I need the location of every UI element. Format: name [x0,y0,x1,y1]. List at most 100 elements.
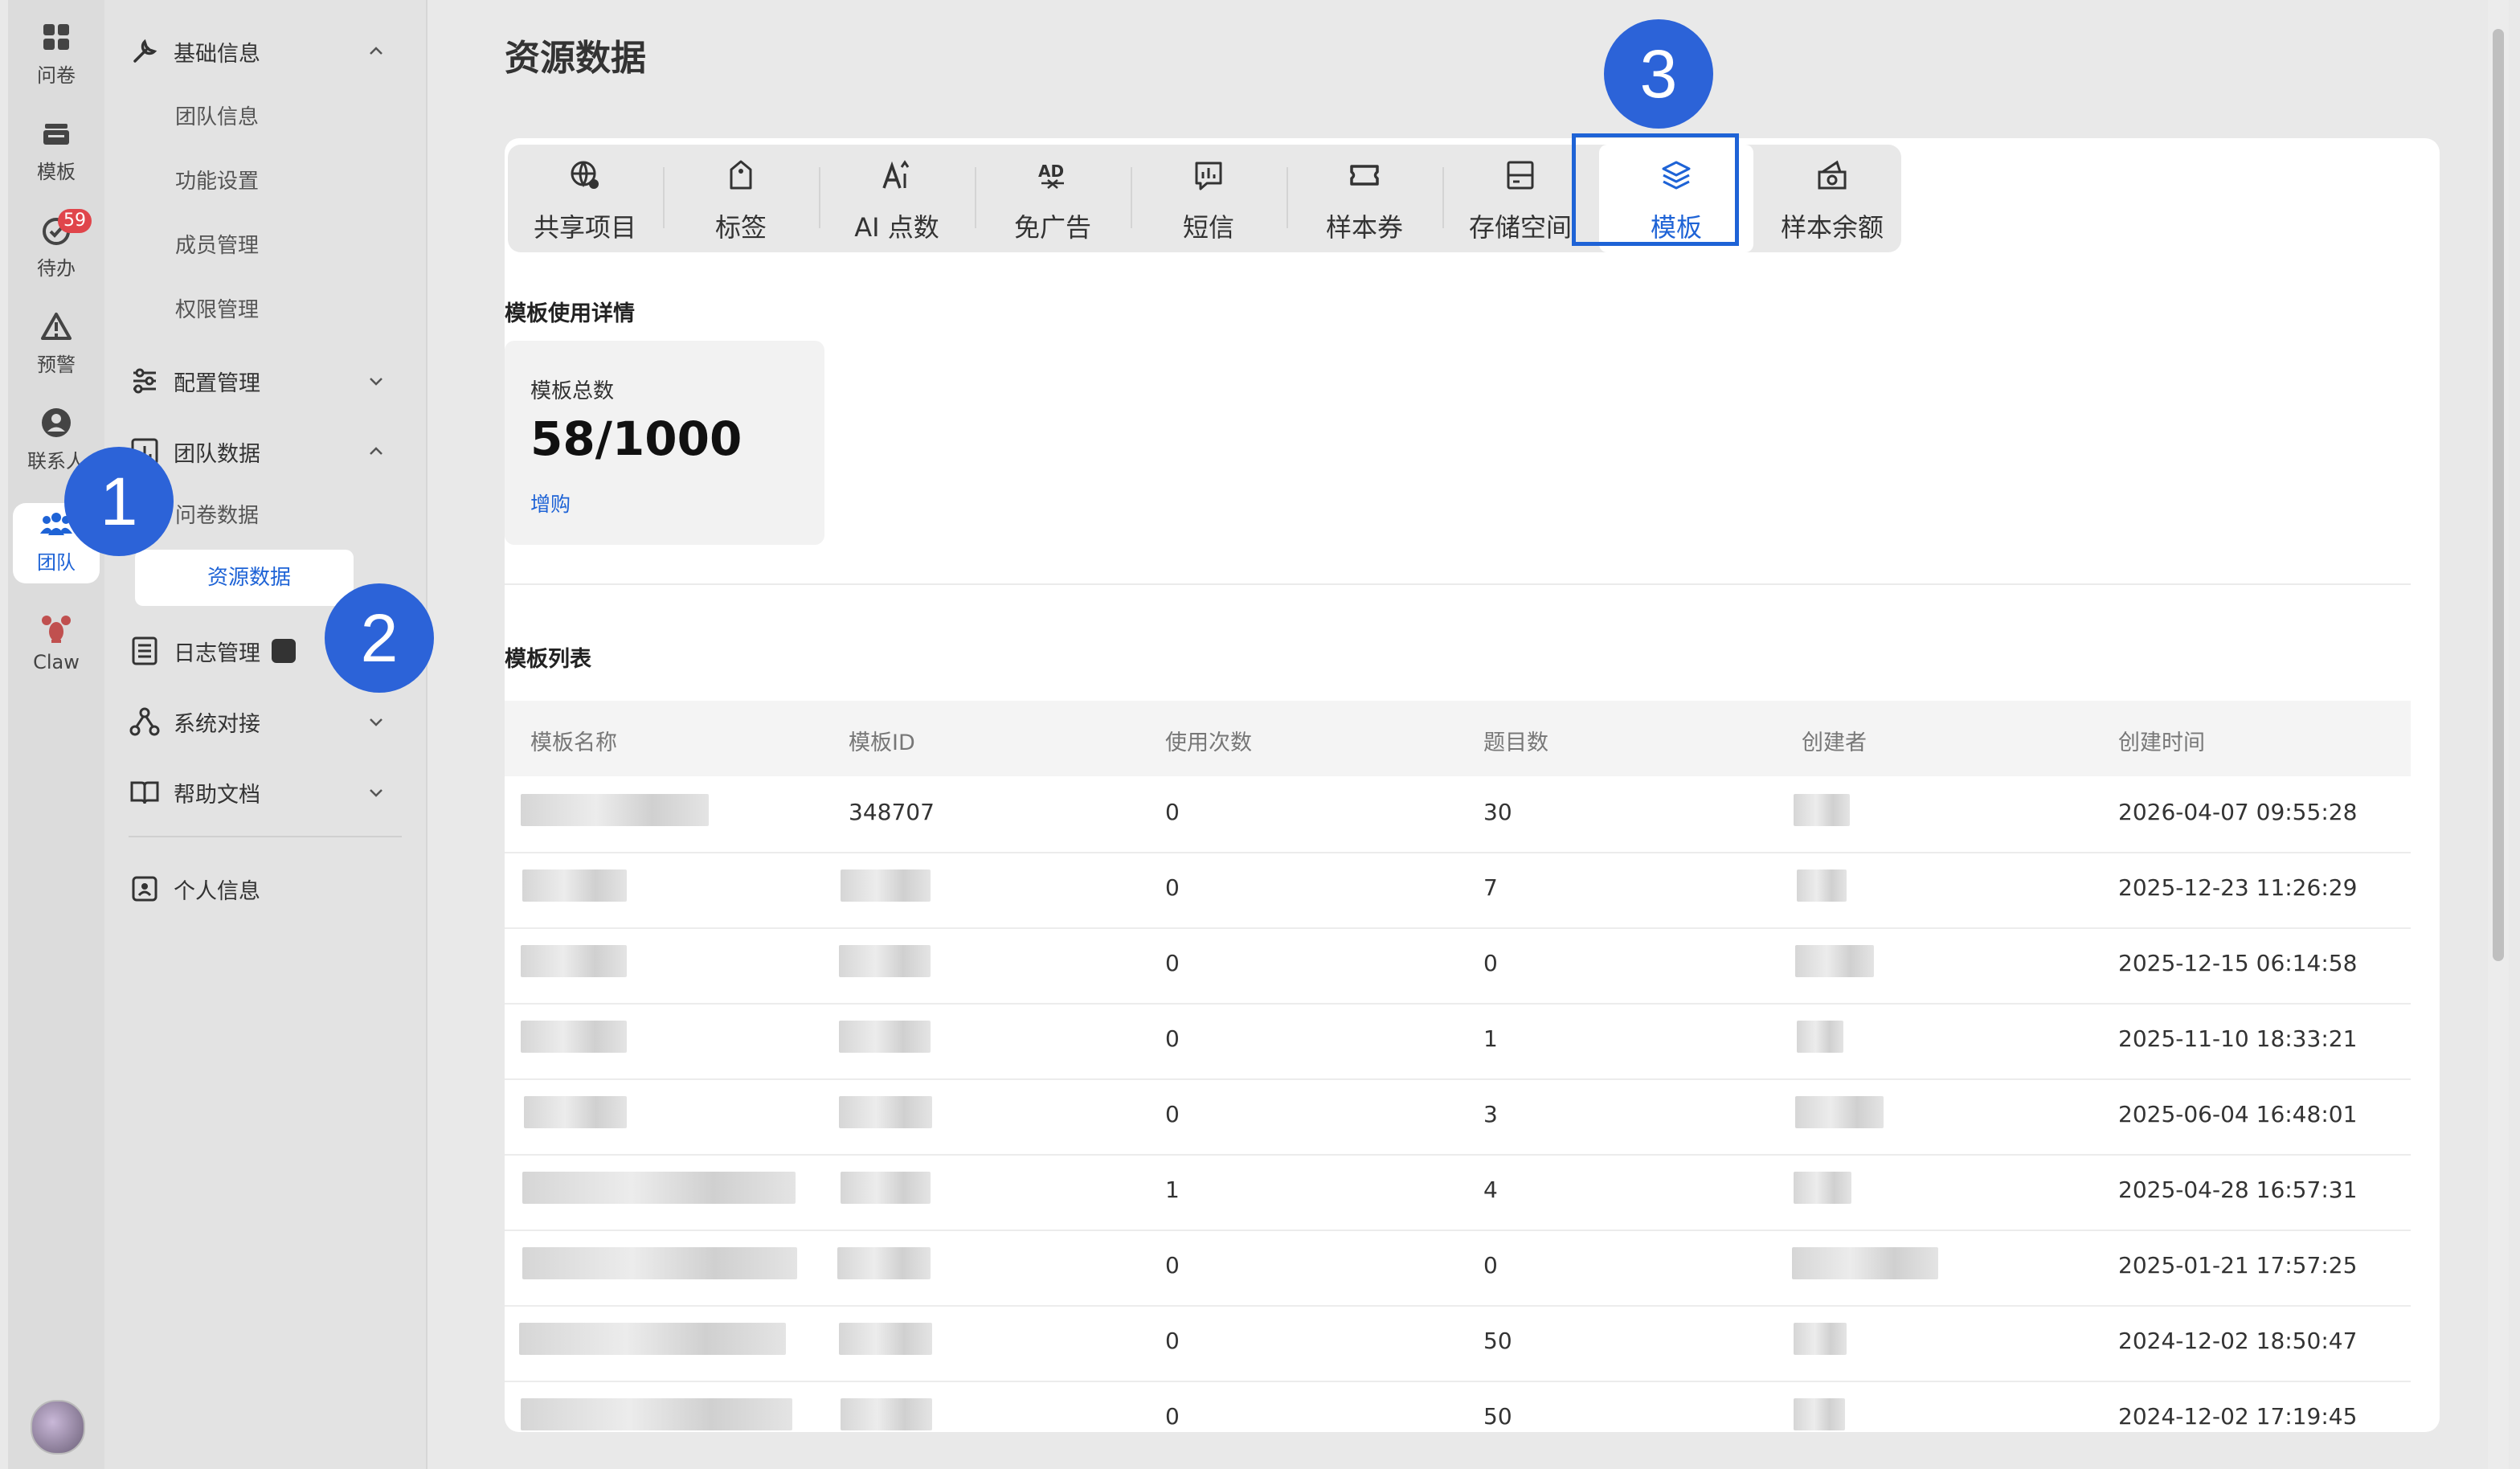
table-row[interactable]: 0 0 2025-12-15 06:14:58 [505,927,2411,1005]
step-callout-3: 3 [1604,19,1713,129]
tab-sample-coupon[interactable]: 样本券 [1287,145,1442,252]
tab-sample-balance[interactable]: 样本余额 [1755,145,1909,252]
nav-divider [129,836,402,837]
table-row[interactable]: 0 3 2025-06-04 16:48:01 [505,1078,2411,1156]
tab-shared-projects[interactable]: 共享项目 [508,145,662,252]
nav-item-permission-management[interactable]: 权限管理 [175,286,259,334]
column-header[interactable]: 创建时间 [2118,725,2205,756]
rail-item-claw[interactable]: Claw [8,608,104,688]
purchase-more-link[interactable]: 增购 [530,489,571,518]
rail-label: 预警 [37,354,76,376]
rail-label: Claw [33,651,80,673]
usage-section-title: 模板使用详情 [505,301,635,326]
tab-ai-points[interactable]: AI 点数 [820,145,974,252]
nav-group-label: 配置管理 [174,370,260,396]
person-icon [42,408,71,437]
rail-label: 团队 [37,551,76,574]
table-header: 模板名称 模板ID 使用次数 题目数 创建者 创建时间 [505,701,2411,776]
tab-label: 样本余额 [1780,212,1884,243]
cell-questions: 0 [1483,950,1498,976]
warning-triangle-icon [41,313,72,340]
settings-nav: 基础信息 团队信息 功能设置 成员管理 权限管理 配置管理 团队数据 问卷数据 … [104,0,428,1469]
ad-free-icon: AD [1038,162,1064,189]
column-header[interactable]: 题目数 [1483,725,1548,756]
redacted-name [521,1398,792,1430]
nav-group-team-data[interactable]: 团队数据 [129,428,410,476]
tab-tags[interactable]: 标签 [664,145,818,252]
rail-label: 问卷 [37,64,76,87]
column-header[interactable]: 使用次数 [1165,725,1252,756]
rail-label: 待办 [37,257,76,280]
rail-label: 模板 [37,161,76,183]
nav-group-label: 系统对接 [174,711,260,737]
ticket-icon [1350,165,1379,186]
cell-uses: 1 [1165,1176,1180,1203]
nav-item-member-management[interactable]: 成员管理 [175,222,259,270]
user-avatar[interactable] [31,1400,85,1455]
nav-group-label: 个人信息 [174,878,260,904]
cell-uses: 0 [1165,1328,1180,1354]
section-divider [505,583,2411,585]
table-row[interactable]: 0 50 2024-12-02 18:50:47 [505,1305,2411,1382]
nav-item-resource-data[interactable]: 资源数据 [135,550,354,606]
list-section-title: 模板列表 [505,647,591,672]
nav-group-integration[interactable]: 系统对接 [129,698,410,746]
column-header[interactable]: 模板名称 [530,725,617,756]
templates-tab-highlight [1572,133,1739,246]
table-row[interactable]: 348707 0 30 2026-04-07 09:55:28 [505,776,2411,853]
redacted-creator [1797,1021,1843,1053]
table-row[interactable]: 0 0 2025-01-21 17:57:25 [505,1230,2411,1307]
cell-questions: 50 [1483,1403,1512,1430]
log-list-icon [132,636,158,665]
redacted-creator [1794,1323,1847,1355]
redacted-name [522,870,627,902]
table-row[interactable]: 0 50 2024-12-02 17:19:45 [505,1381,2411,1456]
redacted-name [524,1096,627,1128]
rail-item-templates[interactable]: 模板 [8,113,104,193]
tab-label: 标签 [714,212,767,243]
stat-value: 58/1000 [530,411,742,466]
lobster-icon [42,616,71,643]
step-callout-2: 2 [325,583,434,693]
nav-item-profile[interactable]: 个人信息 [129,865,410,913]
cell-template-id: 348707 [849,799,935,825]
id-card-icon [132,876,158,902]
tab-label: 共享项目 [533,212,636,243]
nav-item-team-info[interactable]: 团队信息 [175,93,259,141]
storage-icon [1507,161,1534,190]
chevron-up-icon [370,47,382,55]
scrollbar-thumb[interactable] [2493,29,2504,961]
redacted-template-id [839,1096,932,1128]
table-row[interactable]: 0 1 2025-11-10 18:33:21 [505,1003,2411,1080]
nav-item-feature-settings[interactable]: 功能设置 [175,158,259,206]
column-header[interactable]: 模板ID [849,725,915,756]
table-row[interactable]: 0 7 2025-12-23 11:26:29 [505,852,2411,929]
redacted-creator [1792,1247,1938,1279]
rail-item-alerts[interactable]: 预警 [8,305,104,386]
cell-uses: 0 [1165,950,1180,976]
tab-ad-free[interactable]: AD 免广告 [976,145,1130,252]
tag-icon [730,160,752,190]
table-row[interactable]: 1 4 2025-04-28 16:57:31 [505,1154,2411,1231]
nav-group-help-docs[interactable]: 帮助文档 [129,768,410,816]
template-stack-icon [43,124,69,145]
resource-card: 共享项目 标签 AI 点数 AD 免广告 短信 样本券 存储空间 模板 样本余额… [505,138,2440,1432]
cell-created-time: 2025-12-23 11:26:29 [2118,874,2358,901]
network-nodes-icon [129,707,160,736]
rail-item-surveys[interactable]: 问卷 [8,16,104,96]
nav-item-survey-data[interactable]: 问卷数据 [175,492,259,540]
nav-group-config[interactable]: 配置管理 [129,357,410,405]
nav-group-basic-info[interactable]: 基础信息 [129,27,410,76]
todo-count-badge: 59 [58,209,92,233]
column-header[interactable]: 创建者 [1802,725,1867,756]
vip-crown-icon [272,639,296,663]
wrench-icon [133,39,158,63]
chevron-up-icon [370,447,382,455]
cell-created-time: 2026-04-07 09:55:28 [2118,799,2358,825]
tab-sms[interactable]: 短信 [1131,145,1286,252]
tab-label: 免广告 [1013,212,1091,243]
redacted-name [521,945,627,977]
cell-uses: 0 [1165,1252,1180,1279]
rail-item-todo[interactable]: 59 待办 [8,209,104,289]
cell-uses: 0 [1165,1025,1180,1052]
